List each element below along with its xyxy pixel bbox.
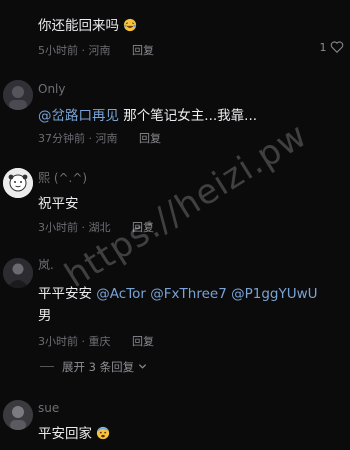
reply-button[interactable]: 回复 <box>132 335 154 348</box>
comment-text-body: 平安回家 <box>38 426 92 442</box>
comment-username[interactable]: Only <box>38 82 66 96</box>
avatar[interactable] <box>3 80 33 110</box>
comment-meta: 3小时前 · 湖北 回复 <box>38 219 154 235</box>
comment-text: 你还能回来吗 <box>38 14 137 34</box>
meta-separator: · <box>81 335 89 348</box>
meta-separator: · <box>81 221 89 234</box>
comment-text-body: 你还能回来吗 <box>38 18 119 34</box>
chevron-down-icon <box>138 364 146 369</box>
fearful-face-emoji-icon <box>96 426 110 440</box>
comment-username[interactable]: sue <box>38 401 59 415</box>
comment-text-prefix: 平平安安 <box>38 286 92 302</box>
like-count: 1 <box>319 41 327 54</box>
meta-separator: · <box>81 44 89 57</box>
comment-meta: 5小时前 · 河南 回复 <box>38 42 154 58</box>
avatar[interactable] <box>3 168 33 198</box>
comment-location: 湖北 <box>88 221 111 234</box>
comment-time: 37分钟前 <box>38 132 85 145</box>
expand-replies-label: 展开 3 条回复 <box>62 360 135 374</box>
comment-text-body: 那个笔记女主...我靠... <box>123 108 258 124</box>
reply-button[interactable]: 回复 <box>132 221 154 234</box>
mention-link[interactable]: @FxThree7 <box>150 286 227 302</box>
heart-icon <box>330 41 344 53</box>
meta-separator: · <box>88 132 96 145</box>
comment-text: @岔路口再见 那个笔记女主...我靠... <box>38 104 257 124</box>
comment-text: 平平安安 @AcTor @FxThree7 @P1ggYUwU <box>38 282 318 302</box>
divider <box>40 366 54 367</box>
comment-time: 3小时前 <box>38 221 78 234</box>
comment-text: 平安回家 <box>38 422 110 442</box>
comment-location: 河南 <box>95 132 118 145</box>
expand-replies-button[interactable]: 展开 3 条回复 <box>40 359 147 375</box>
like-button[interactable]: 1 <box>320 40 345 54</box>
mention-link[interactable]: @岔路口再见 <box>38 108 119 124</box>
comment-location: 河南 <box>88 44 111 57</box>
avatar[interactable] <box>3 258 33 288</box>
reply-button[interactable]: 回复 <box>132 44 154 57</box>
comment-text: 祝平安 <box>38 196 79 212</box>
reply-button[interactable]: 回复 <box>139 132 161 145</box>
comment-meta: 37分钟前 · 河南 回复 <box>38 130 161 146</box>
comment-location: 重庆 <box>88 335 111 348</box>
comment-time: 5小时前 <box>38 44 78 57</box>
comment-text-continued: 男 <box>38 308 52 324</box>
mention-link[interactable]: @AcTor <box>96 286 146 302</box>
mention-link[interactable]: @P1ggYUwU <box>231 286 317 302</box>
comment-meta: 3小时前 · 重庆 回复 <box>38 333 154 349</box>
avatar[interactable] <box>3 400 33 430</box>
comment-username[interactable]: 熙 (^.^) <box>38 169 87 186</box>
laughing-crying-emoji-icon <box>123 18 137 32</box>
comment-username[interactable]: 岚. <box>38 256 54 273</box>
comment-time: 3小时前 <box>38 335 78 348</box>
